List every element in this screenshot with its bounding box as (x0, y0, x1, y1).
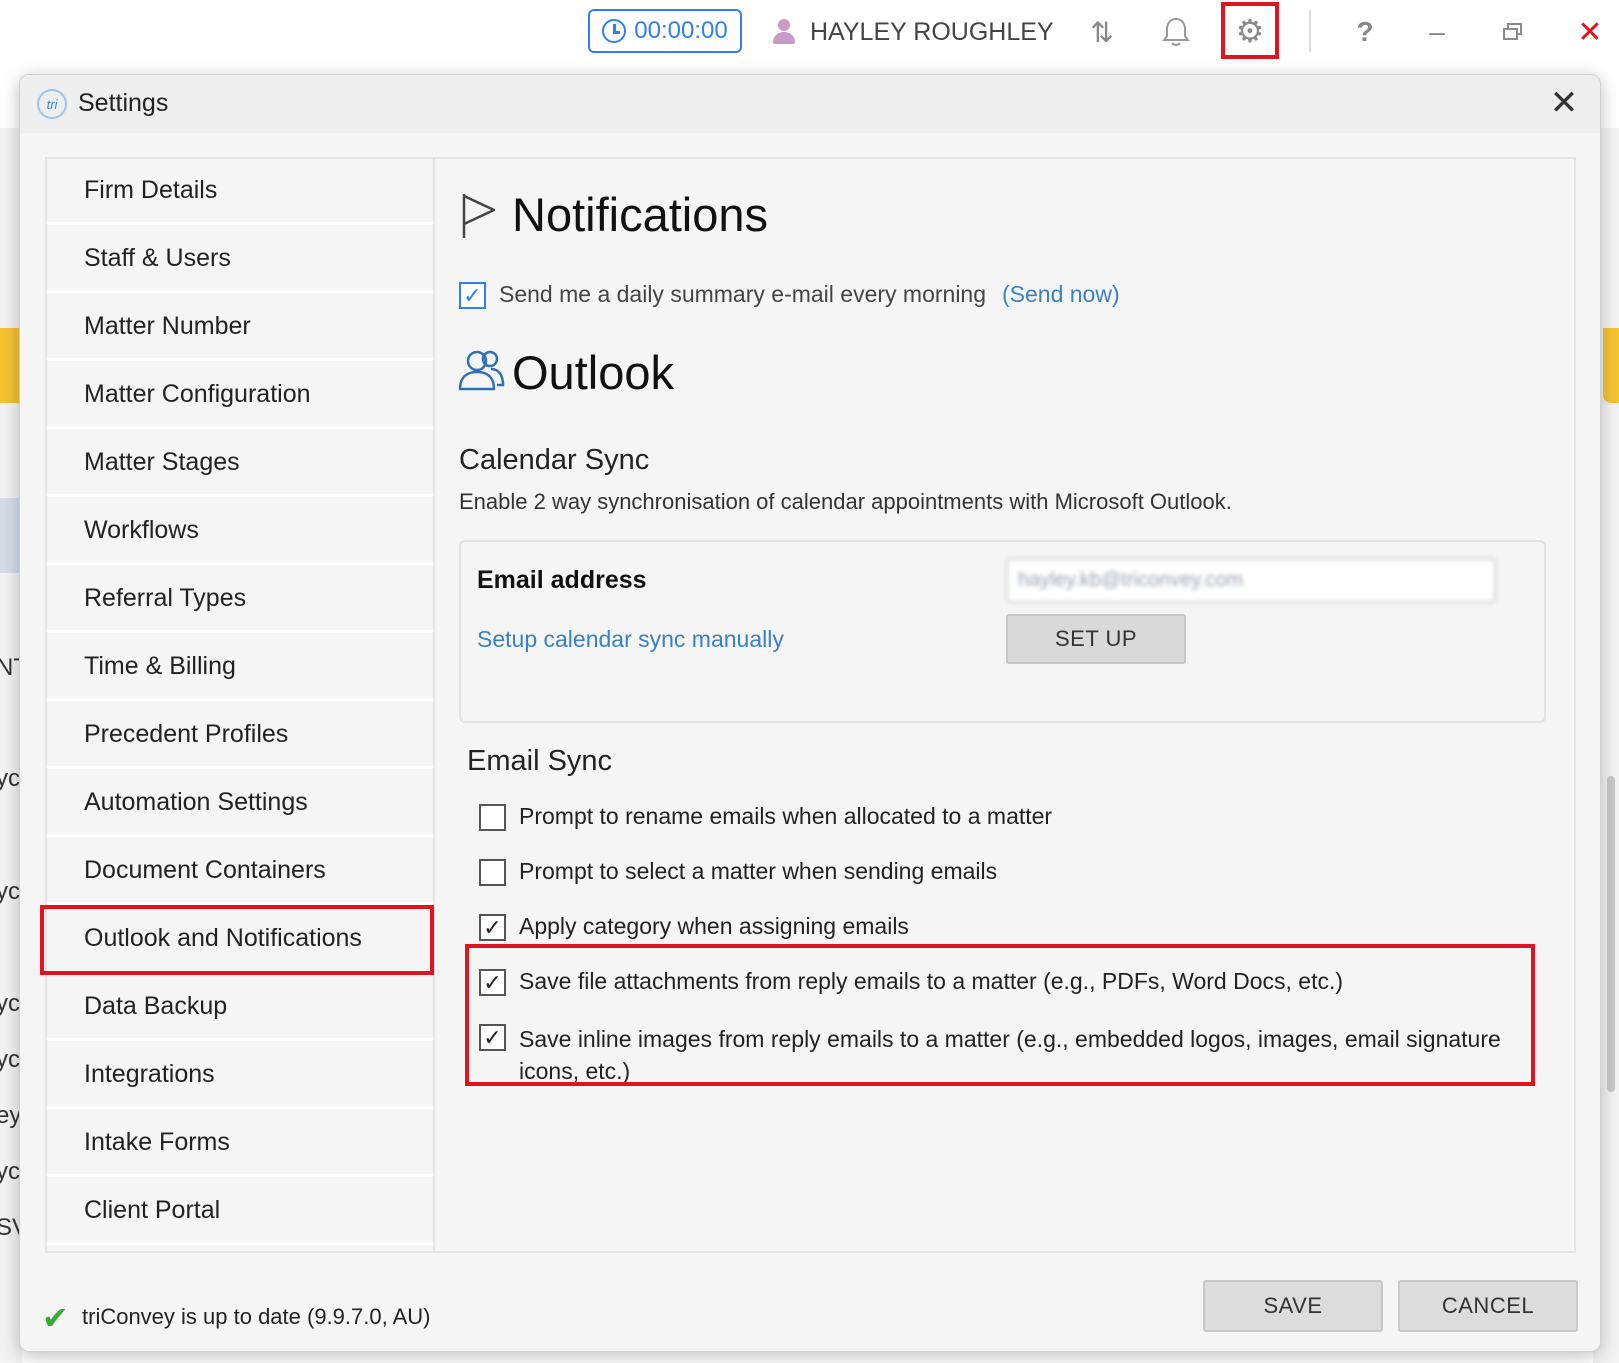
save-button[interactable]: SAVE (1203, 1280, 1383, 1332)
sidebar-item-label: Client Portal (84, 1196, 221, 1224)
email-sync-heading: Email Sync (467, 745, 613, 777)
sync-icon[interactable]: ⇅ (1082, 10, 1122, 54)
calendar-sync-description: Enable 2 way synchronisation of calendar… (459, 489, 1232, 514)
rename-emails-label: Prompt to rename emails when allocated t… (519, 803, 1053, 829)
flag-icon (462, 194, 496, 238)
calendar-sync-heading: Calendar Sync (459, 444, 650, 476)
sidebar-item-automation-settings[interactable]: Automation Settings (47, 771, 433, 837)
help-icon[interactable]: ? (1348, 10, 1382, 54)
sidebar-item-label: Precedent Profiles (84, 720, 289, 748)
app-top-bar: 00:00:00 HAYLEY ROUGHLEY ⇅ ⚙ ? – ✕ (0, 0, 1619, 70)
dialog-close-icon[interactable]: ✕ (1544, 83, 1584, 123)
restore-icon[interactable] (1496, 10, 1530, 54)
check-icon: ✓ (483, 969, 502, 995)
timer-value: 00:00:00 (634, 17, 728, 44)
sidebar-item-label: Integrations (84, 1060, 215, 1088)
background-edge-text: yc (0, 990, 20, 1017)
sidebar-item-workflows[interactable]: Workflows (47, 499, 433, 565)
notifications-heading: Notifications (512, 188, 768, 241)
app-logo: tri (37, 89, 67, 119)
user-menu[interactable]: HAYLEY ROUGHLEY (772, 12, 1054, 52)
cancel-button[interactable]: CANCEL (1398, 1280, 1578, 1332)
sidebar-item-label: Matter Number (84, 312, 251, 340)
settings-dialog: tri Settings ✕ Firm Details Staff & User… (19, 74, 1601, 1352)
sidebar-item-label: Matter Configuration (84, 380, 311, 408)
calendar-sync-panel: Email address Setup calendar sync manual… (459, 540, 1546, 723)
save-attachments-checkbox[interactable]: ✓ (479, 969, 506, 996)
setup-manual-link[interactable]: Setup calendar sync manually (477, 626, 784, 653)
update-status-text: triConvey is up to date (9.9.7.0, AU) (82, 1304, 431, 1329)
sidebar-item-intake-forms[interactable]: Intake Forms (47, 1111, 433, 1177)
sidebar-item-time-billing[interactable]: Time & Billing (47, 635, 433, 701)
background-edge-text: yc (0, 765, 20, 792)
sidebar-item-label: Firm Details (84, 176, 218, 204)
sidebar-item-label: Matter Stages (84, 448, 240, 476)
sidebar-item-label: Data Backup (84, 992, 228, 1020)
user-icon (772, 19, 796, 45)
settings-button[interactable]: ⚙ (1221, 2, 1279, 59)
sidebar-item-label: Intake Forms (84, 1128, 230, 1156)
daily-summary-checkbox[interactable]: ✓ (459, 282, 486, 309)
sidebar-item-label: Outlook and Notifications (84, 924, 362, 952)
sidebar-item-referral-types[interactable]: Referral Types (47, 567, 433, 633)
sidebar-item-matter-stages[interactable]: Matter Stages (47, 431, 433, 497)
background-right-yellow-band (1603, 328, 1619, 403)
email-address-input[interactable] (1006, 558, 1496, 603)
check-icon: ✓ (483, 1024, 502, 1050)
sidebar-item-label: Time & Billing (84, 652, 236, 680)
sidebar-item-label: Document Containers (84, 856, 326, 884)
sidebar-item-firm-details[interactable]: Firm Details (47, 159, 433, 225)
sidebar-item-client-portal[interactable]: Client Portal (47, 1179, 433, 1245)
check-icon: ✓ (483, 914, 502, 940)
sidebar-item-staff-users[interactable]: Staff & Users (47, 227, 433, 293)
sidebar-item-label: Staff & Users (84, 244, 231, 272)
background-edge-text: yc (0, 1158, 20, 1185)
contacts-icon (458, 350, 505, 391)
background-edge-text: yc (0, 1046, 20, 1073)
rename-emails-checkbox[interactable] (479, 804, 506, 831)
outlook-heading: Outlook (512, 346, 674, 399)
apply-category-label: Apply category when assigning emails (519, 913, 909, 939)
sidebar-item-data-backup[interactable]: Data Backup (47, 975, 433, 1041)
minimize-icon[interactable]: – (1420, 10, 1454, 54)
email-address-label: Email address (477, 566, 647, 594)
sidebar-item-matter-number[interactable]: Matter Number (47, 295, 433, 361)
sidebar-item-label: Workflows (84, 516, 199, 544)
settings-sidebar: Firm Details Staff & Users Matter Number… (40, 159, 435, 1251)
sidebar-item-label: Referral Types (84, 584, 247, 612)
sidebar-item-outlook-notifications[interactable]: Outlook and Notifications (47, 907, 433, 973)
check-icon: ✓ (463, 282, 482, 308)
dialog-title: Settings (78, 89, 169, 117)
clock-icon (602, 19, 627, 43)
window-close-icon[interactable]: ✕ (1572, 10, 1608, 54)
sidebar-item-matter-configuration[interactable]: Matter Configuration (47, 363, 433, 429)
dialog-header: tri Settings ✕ (20, 75, 1600, 133)
sidebar-item-integrations[interactable]: Integrations (47, 1043, 433, 1109)
gear-icon: ⚙ (1235, 12, 1265, 49)
timer-button[interactable]: 00:00:00 (588, 9, 742, 53)
user-name: HAYLEY ROUGHLEY (810, 17, 1054, 46)
select-matter-label: Prompt to select a matter when sending e… (519, 858, 998, 884)
save-attachments-label: Save file attachments from reply emails … (519, 968, 1344, 994)
sidebar-item-document-containers[interactable]: Document Containers (47, 839, 433, 905)
checkmark-icon: ✔ (42, 1300, 69, 1336)
apply-category-checkbox[interactable]: ✓ (479, 914, 506, 941)
daily-summary-label: Send me a daily summary e-mail every mor… (499, 281, 987, 307)
restore-icon-shape (1503, 23, 1522, 40)
toolbar-divider (1309, 10, 1311, 52)
bell-icon[interactable] (1154, 10, 1198, 54)
sidebar-item-label: Automation Settings (84, 788, 308, 816)
sidebar-item-precedent-profiles[interactable]: Precedent Profiles (47, 703, 433, 769)
send-now-link[interactable]: (Send now) (1002, 281, 1120, 308)
setup-button[interactable]: SET UP (1006, 614, 1186, 664)
save-inline-images-checkbox[interactable]: ✓ (479, 1024, 506, 1051)
select-matter-checkbox[interactable] (479, 859, 506, 886)
background-scrollbar[interactable] (1607, 776, 1615, 1092)
bell-icon-shape (1162, 17, 1190, 46)
background-edge-text: yc (0, 878, 20, 905)
settings-content: Firm Details Staff & Users Matter Number… (40, 157, 1576, 1253)
save-inline-images-label: Save inline images from reply emails to … (519, 1026, 1501, 1084)
settings-main-panel: Notifications ✓ Send me a daily summary … (437, 159, 1574, 1251)
